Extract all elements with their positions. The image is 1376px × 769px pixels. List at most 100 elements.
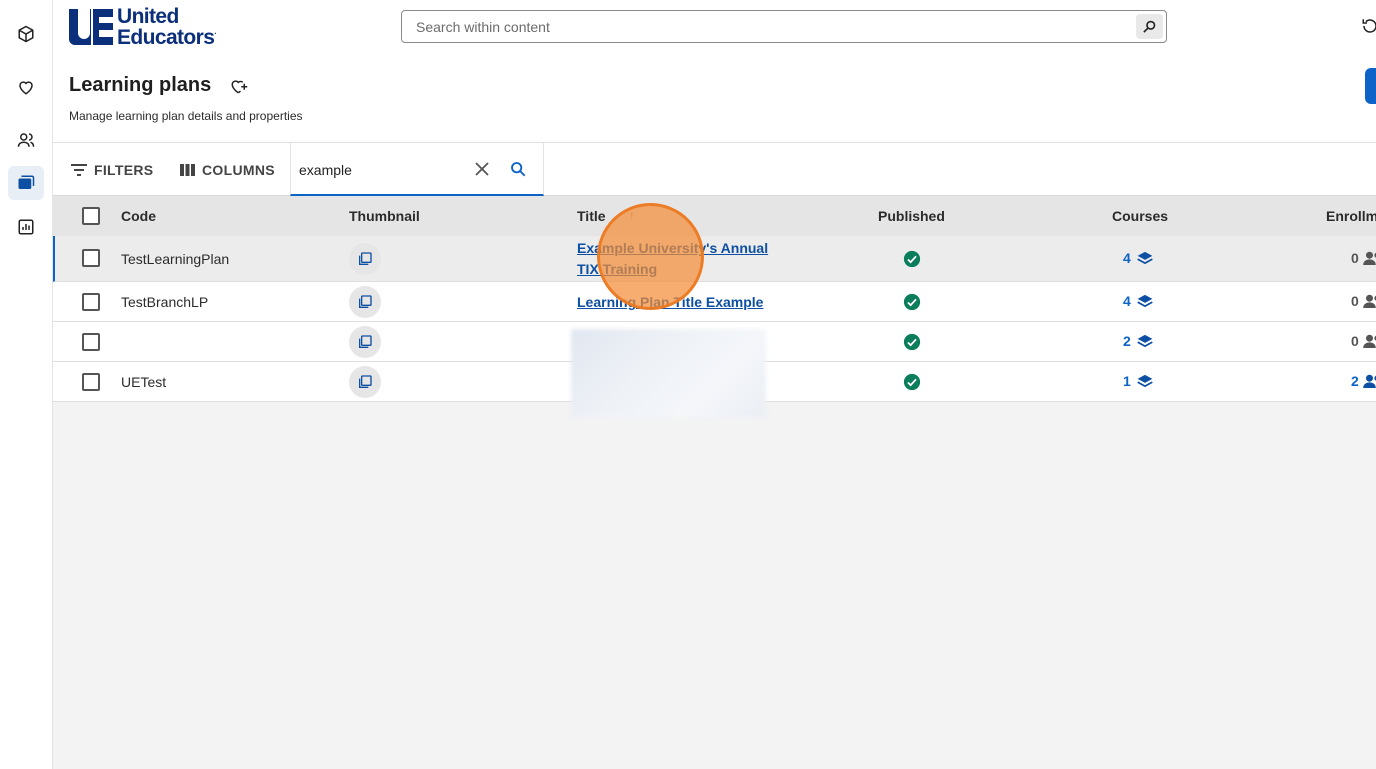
select-all-checkbox[interactable] [82, 207, 100, 225]
column-header-published[interactable]: Published [878, 208, 945, 224]
copy-icon [359, 335, 372, 348]
courses-count-link[interactable]: 2 [1123, 333, 1153, 349]
courses-count: 2 [1123, 333, 1131, 349]
chart-icon [18, 219, 34, 235]
title-line: Example University's Annual [577, 240, 769, 256]
cell-code: UETest [121, 374, 167, 390]
add-favorite-button[interactable] [228, 76, 250, 96]
people-icon [1362, 334, 1376, 348]
page-subtitle: Manage learning plan details and propert… [69, 109, 303, 123]
rail-item-learning-plans[interactable] [8, 166, 44, 200]
cell-code: TestLearningPlan [121, 251, 230, 267]
enrollments-count: 0 [1351, 250, 1376, 266]
close-icon [475, 162, 489, 176]
people-icon [1362, 294, 1376, 308]
courses-count-link[interactable]: 4 [1123, 293, 1153, 309]
copy-icon [359, 252, 372, 265]
thumbnail-placeholder [349, 286, 381, 318]
courses-count: 4 [1123, 250, 1131, 266]
column-header-courses[interactable]: Courses [1112, 208, 1168, 224]
global-search-input[interactable] [416, 17, 1116, 37]
filter-icon [71, 163, 87, 176]
table-header: Code Thumbnail Title ↑ Published Courses… [53, 196, 1376, 236]
enrollments-value: 0 [1351, 293, 1359, 309]
layers-icon [1137, 374, 1153, 387]
courses-count: 4 [1123, 293, 1131, 309]
column-header-title[interactable]: Title [577, 208, 606, 224]
title-line: TIX Training [577, 261, 658, 277]
learning-plan-title-link[interactable]: Learning Plan Title Example [577, 292, 837, 313]
thumbnail-placeholder [349, 243, 381, 275]
apply-filter-button[interactable] [508, 159, 528, 179]
table-filter [290, 143, 544, 196]
copy-icon [359, 295, 372, 308]
left-rail [0, 0, 53, 769]
heart-icon [19, 81, 33, 95]
column-header-code[interactable]: Code [121, 208, 156, 224]
table-row[interactable]: TestBranchLP Learning Plan Title Example… [53, 282, 1376, 322]
clear-filter-button[interactable] [473, 160, 491, 178]
layers-icon [1137, 334, 1153, 347]
brand-logo[interactable]: United Educators· [69, 5, 217, 49]
published-check-icon [903, 373, 921, 391]
brand-name: United Educators· [117, 5, 217, 49]
people-icon [1362, 374, 1376, 388]
courses-count-link[interactable]: 4 [1123, 250, 1153, 266]
filters-button[interactable]: FILTERS [71, 143, 153, 196]
enrollments-value: 0 [1351, 250, 1359, 266]
layers-icon [1137, 294, 1153, 307]
page-title: Learning plans [69, 74, 212, 96]
global-search-button[interactable] [1136, 14, 1163, 39]
sort-ascending-icon[interactable]: ↑ [629, 208, 635, 222]
published-check-icon [903, 293, 921, 311]
thumbnail-placeholder [349, 366, 381, 398]
cube-icon [18, 25, 34, 43]
columns-label: COLUMNS [202, 161, 275, 178]
enrollments-count: 0 [1351, 293, 1376, 309]
rail-item-catalog[interactable] [8, 17, 44, 51]
global-search [401, 10, 1167, 43]
courses-count: 1 [1123, 373, 1131, 389]
table-filter-input[interactable] [299, 160, 459, 180]
cell-code: TestBranchLP [121, 294, 209, 310]
enrollments-value: 2 [1351, 373, 1359, 389]
ue-logo-mark [69, 9, 113, 45]
primary-action-button[interactable] [1365, 68, 1376, 104]
published-check-icon [903, 333, 921, 351]
published-check-icon [903, 250, 921, 268]
history-icon[interactable] [1361, 17, 1376, 35]
table-toolbar: FILTERS COLUMNS [53, 143, 1376, 196]
rail-item-favorites[interactable] [8, 70, 44, 104]
learning-plan-title-link[interactable]: Example University's Annual TIX Training [577, 238, 787, 280]
people-icon [1362, 251, 1376, 265]
layers-icon [1137, 251, 1153, 264]
column-header-enrollments[interactable]: Enrollm [1326, 208, 1376, 224]
courses-count-link[interactable]: 1 [1123, 373, 1153, 389]
columns-button[interactable]: COLUMNS [180, 143, 275, 196]
table-row[interactable]: TestLearningPlan Example University's An… [53, 236, 1376, 282]
rail-item-reports[interactable] [8, 210, 44, 244]
row-checkbox[interactable] [82, 293, 100, 311]
search-icon [1143, 20, 1156, 33]
enrollments-value: 0 [1351, 333, 1359, 349]
row-checkbox[interactable] [82, 249, 100, 267]
thumbnail-placeholder [349, 326, 381, 358]
brand-line2: Educators [117, 26, 215, 49]
row-checkbox[interactable] [82, 333, 100, 351]
people-icon [17, 133, 35, 147]
rail-item-users[interactable] [8, 123, 44, 157]
copy-icon [359, 375, 372, 388]
redacted-titles [571, 329, 766, 417]
title-line: Learning Plan Title Example [577, 294, 764, 310]
enrollments-count: 0 [1351, 333, 1376, 349]
column-header-thumbnail[interactable]: Thumbnail [349, 208, 420, 224]
columns-icon [180, 163, 195, 176]
brand-line1: United [117, 5, 179, 28]
enrollments-count-link[interactable]: 2 [1351, 373, 1376, 389]
row-checkbox[interactable] [82, 373, 100, 391]
search-icon [511, 162, 526, 177]
content-area: FILTERS COLUMNS Code Thumbnail Title [53, 142, 1376, 769]
folders-icon [18, 175, 35, 189]
filters-label: FILTERS [94, 161, 154, 178]
heart-plus-icon [231, 80, 248, 94]
